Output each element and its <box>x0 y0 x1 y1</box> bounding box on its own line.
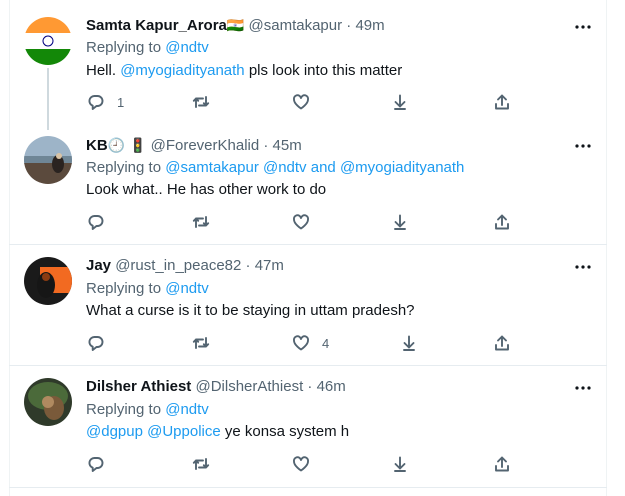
retweet-button[interactable] <box>192 212 210 232</box>
retweet-button[interactable] <box>192 454 210 474</box>
replying-to-label: Replying to <box>86 39 166 56</box>
avatar-foreverkhalid[interactable] <box>24 136 72 184</box>
reply-button[interactable] <box>87 454 105 474</box>
more-icon[interactable] <box>574 18 592 36</box>
tweet-text-segment: pls look into this matter <box>244 62 403 79</box>
retweet-button[interactable] <box>192 92 210 112</box>
replying-to-label: Replying to <box>86 159 166 176</box>
like-button[interactable] <box>292 454 310 474</box>
more-icon[interactable] <box>574 137 592 155</box>
like-button[interactable] <box>292 92 310 112</box>
share-icon <box>495 94 509 110</box>
reply-icon <box>88 215 104 230</box>
tweet-text: Look what.. He has other work to do <box>86 181 327 198</box>
tweet-divider <box>9 487 607 488</box>
tweet-divider <box>9 365 607 366</box>
reply-icon <box>88 336 104 351</box>
bookmark-icon <box>394 456 406 472</box>
reply-icon <box>88 95 104 110</box>
replying-to-label: Replying to <box>86 401 166 418</box>
more-icon[interactable] <box>574 379 592 397</box>
tweet-header: KB🕘 🚦 @ForeverKhalid · 45m <box>86 135 302 156</box>
share-icon <box>495 214 509 230</box>
bookmark-button[interactable] <box>391 454 409 474</box>
like-icon <box>293 335 309 351</box>
timestamp[interactable]: · 45m <box>263 137 301 154</box>
more-icon[interactable] <box>574 258 592 276</box>
tweet-text: What a curse is it to be staying in utta… <box>86 302 415 319</box>
retweet-icon <box>192 337 210 349</box>
share-icon <box>495 456 509 472</box>
mention-link[interactable]: @myogiadityanath <box>120 62 244 79</box>
reply-button[interactable] <box>87 333 105 353</box>
handle[interactable]: @rust_in_peace82 <box>115 257 241 274</box>
avatar-samtakapur[interactable] <box>24 17 72 65</box>
mention-link[interactable]: @dgpup @Uppolice <box>86 423 221 440</box>
replying-to: Replying to @ndtv <box>86 400 209 420</box>
share-button[interactable] <box>493 212 511 232</box>
retweet-icon <box>192 458 210 470</box>
mention-link[interactable]: @myogiadityanath <box>340 159 464 176</box>
bookmark-button[interactable] <box>391 212 409 232</box>
share-button[interactable] <box>493 454 511 474</box>
timestamp[interactable]: · 49m <box>346 17 384 34</box>
handle[interactable]: @samtakapur <box>249 17 343 34</box>
timestamp[interactable]: · 46m <box>307 378 345 395</box>
display-name[interactable]: Samta Kapur_Arora <box>86 17 227 34</box>
display-name[interactable]: KB <box>86 137 108 154</box>
bookmark-button[interactable] <box>400 333 418 353</box>
tweet-text-segment: Hell. <box>86 62 121 79</box>
tweet-text-segment: ye konsa system h <box>220 423 350 440</box>
tweet-text: @dgpup @Uppolice ye konsa system h <box>86 422 349 442</box>
tweet-header: Samta Kapur_Arora🇮🇳 @samtakapur · 49m <box>86 15 385 36</box>
replying-to-label: Replying to <box>86 280 166 297</box>
like-button[interactable]: 4 <box>292 333 329 353</box>
like-count: 4 <box>322 335 330 351</box>
share-button[interactable] <box>493 92 511 112</box>
like-icon <box>293 456 309 472</box>
replying-to: Replying to @ndtv <box>86 38 209 58</box>
bookmark-icon <box>394 94 406 110</box>
like-icon <box>293 214 309 230</box>
handle[interactable]: @ForeverKhalid <box>151 137 260 154</box>
tweet-header: Dilsher Athiest @DilsherAthiest · 46m <box>86 377 346 397</box>
like-icon <box>293 94 309 110</box>
mention-link[interactable]: @ndtv <box>165 401 209 418</box>
tweet-text: Hell. @myogiadityanath pls look into thi… <box>86 61 402 81</box>
mention-link[interactable]: @ndtv <box>165 39 209 56</box>
retweet-icon <box>192 96 210 108</box>
share-icon <box>495 335 509 351</box>
replying-to: Replying to @samtakapur @ndtv and @myogi… <box>86 158 464 178</box>
handle[interactable]: @DilsherAthiest <box>195 378 303 395</box>
retweet-icon <box>192 216 210 228</box>
replying-to: Replying to @ndtv <box>86 279 209 299</box>
thread-line <box>47 68 49 130</box>
bookmark-button[interactable] <box>391 92 409 112</box>
mention-link[interactable]: @ndtv <box>165 280 209 297</box>
reply-count: 1 <box>117 94 125 110</box>
name-emoji: 🕘 🚦 <box>107 137 147 153</box>
mention-link[interactable]: @samtakapur @ndtv <box>165 159 306 176</box>
reply-button[interactable]: 1 <box>87 92 124 112</box>
display-name[interactable]: Dilsher Athiest <box>86 378 191 395</box>
reply-icon <box>88 457 104 472</box>
name-emoji: 🇮🇳 <box>226 17 245 33</box>
replying-and: and <box>306 159 340 176</box>
display-name[interactable]: Jay <box>86 257 111 274</box>
like-button[interactable] <box>292 212 310 232</box>
bookmark-icon <box>403 335 415 351</box>
share-button[interactable] <box>493 333 511 353</box>
reply-button[interactable] <box>87 212 105 232</box>
retweet-button[interactable] <box>192 333 210 353</box>
tweet-header: Jay @rust_in_peace82 · 47m <box>86 256 284 276</box>
tweet-divider <box>9 244 607 245</box>
avatar-rust-in-peace82[interactable] <box>24 257 72 305</box>
avatar-dilsherathiest[interactable] <box>24 378 72 426</box>
timestamp[interactable]: · 47m <box>246 257 284 274</box>
bookmark-icon <box>394 214 406 230</box>
